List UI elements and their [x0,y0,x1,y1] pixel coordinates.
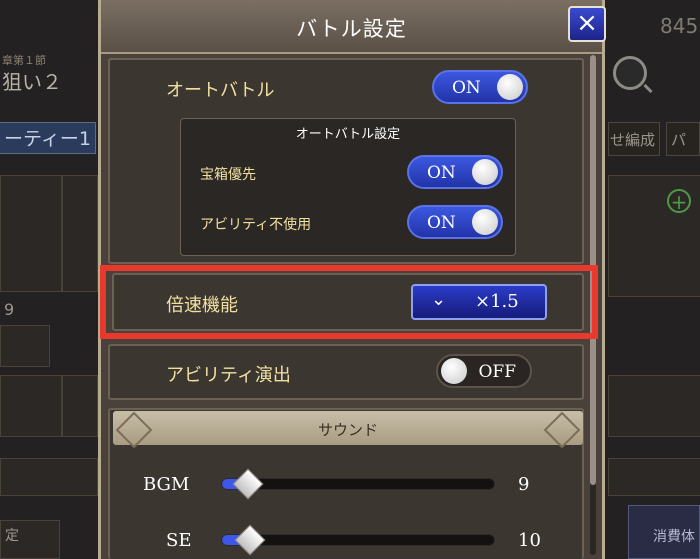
auto-battle-toggle[interactable]: ON [432,70,528,104]
no-ability-toggle-label: ON [427,213,456,233]
close-button[interactable]: × [568,6,606,42]
background-chapter-title: 狙い２ [2,70,62,94]
background-slot-row [608,458,700,496]
background-recommend-button: せ編成 [608,122,660,156]
no-ability-toggle[interactable]: ON [407,205,503,239]
ornament-icon [543,411,581,449]
background-character-card [608,375,700,437]
auto-battle-settings-title: オートバトル設定 [295,127,401,142]
background-search-icon [613,56,647,90]
no-ability-label: アビリティ不使用 [200,217,312,233]
dialog-header: バトル設定 × [101,0,606,54]
ability-effect-toggle-label: OFF [478,362,516,382]
bgm-label: BGM [143,474,190,495]
bgm-value: 9 [518,474,530,495]
background-bottom-right-label: 消費体 [653,529,695,545]
background-character-card [62,175,98,292]
treasure-priority-toggle-label: ON [427,163,456,183]
background-plus-icon: + [667,189,691,213]
background-character-card [0,375,62,437]
sound-header: サウンド [113,411,583,449]
background-bottom-right-button: 消費体 [628,505,700,559]
background-equip-slot [0,325,50,367]
speed-highlight-frame [100,265,598,339]
background-character-card [62,375,98,437]
dialog-title: バトル設定 [296,17,407,41]
background-party-tab: ーティー1 [0,122,96,154]
toggle-knob [441,358,467,384]
ability-effect-toggle[interactable]: OFF [436,354,532,388]
se-label: SE [166,530,192,551]
background-card-level: 9 [4,300,15,319]
ability-effect-label: アビリティ演出 [166,365,291,386]
auto-battle-toggle-label: ON [452,78,481,98]
se-value: 10 [518,530,541,551]
sound-title: サウンド [317,421,378,439]
treasure-priority-toggle[interactable]: ON [407,155,503,189]
treasure-priority-label: 宝箱優先 [200,167,256,183]
toggle-knob [497,74,523,100]
toggle-knob [472,209,498,235]
background-gold-value: 845 [660,14,699,38]
background-party-button: パー [666,122,700,156]
toggle-knob [472,159,498,185]
background-bottom-left-button: 定 [0,520,60,559]
background-slot-row [0,458,98,496]
background-character-card [0,175,62,292]
close-icon: × [576,8,598,38]
background-bottom-left-label: 定 [5,528,19,544]
auto-battle-label: オートバトル [166,80,275,101]
